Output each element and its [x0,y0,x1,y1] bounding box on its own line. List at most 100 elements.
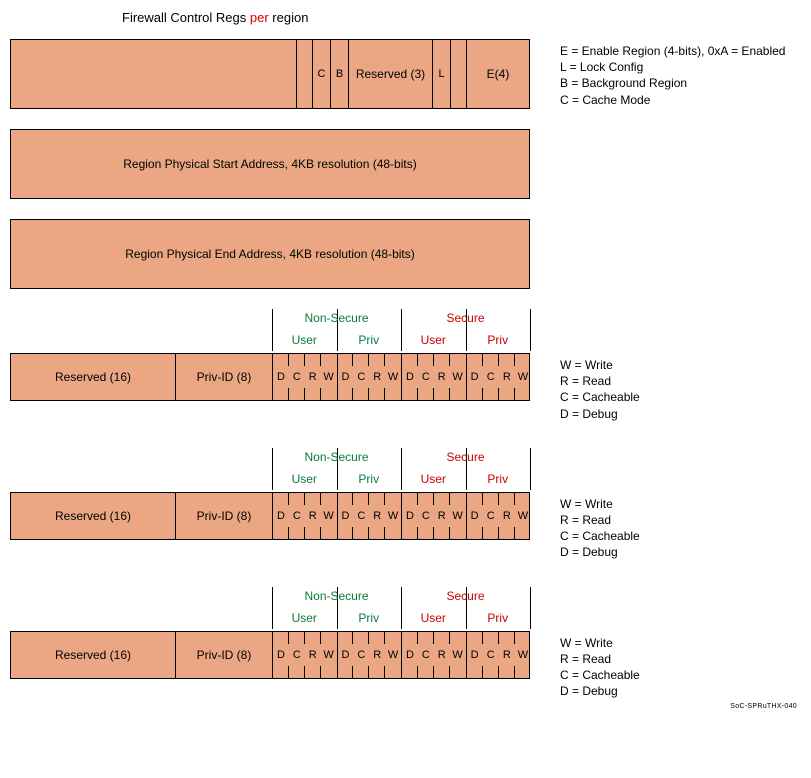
bit-c: C [483,493,499,539]
bit-d: D [338,632,354,678]
bit-w: W [515,354,531,400]
bit-r: R [499,632,515,678]
perm-ns-priv: D C R W [338,632,403,678]
control-empty-bit-1 [281,40,297,108]
perm-s-user: D C R W [402,632,467,678]
bit-d: D [273,493,289,539]
hdr-nonsecure: Non-Secure [272,450,401,464]
perm-privid: Priv-ID (8) [176,632,273,678]
bit-d: D [338,493,354,539]
bit-w: W [450,632,466,678]
bit-w: W [385,632,401,678]
hdr-s-priv: Priv [466,472,531,486]
hdr-ns-priv: Priv [337,333,402,347]
title-suffix: region [269,10,309,25]
control-pad [11,40,281,108]
bit-d: D [467,493,483,539]
end-address-register: Region Physical End Address, 4KB resolut… [10,219,530,289]
bit-r: R [499,354,515,400]
bit-c: C [289,632,305,678]
control-empty-bit-3 [451,40,467,108]
perm-ns-user: D C R W [273,354,338,400]
legend-c: C = Cacheable [560,389,640,405]
bit-c: C [289,493,305,539]
bit-r: R [305,632,321,678]
hdr-ns-priv: Priv [337,611,402,625]
control-reserved: Reserved (3) [349,40,433,108]
hdr-secure: Secure [401,589,530,603]
bit-c: C [418,493,434,539]
bit-w: W [321,632,337,678]
perm-reserved: Reserved (16) [11,632,176,678]
bit-w: W [515,632,531,678]
bit-w: W [321,493,337,539]
legend-l: L = Lock Config [560,59,785,75]
perm-register: Reserved (16) Priv-ID (8) D C R W D C R … [10,353,530,401]
bit-d: D [402,493,418,539]
hdr-s-user: User [401,611,466,625]
bit-d: D [273,354,289,400]
bit-r: R [305,493,321,539]
legend-e: E = Enable Region (4-bits), 0xA = Enable… [560,43,785,59]
control-bit-b: B [331,40,349,108]
perm-reserved: Reserved (16) [11,493,176,539]
hdr-s-user: User [401,472,466,486]
legend-r: R = Read [560,651,640,667]
perm-block-3: Non-Secure Secure User Priv User Priv Re… [10,587,801,700]
bit-w: W [321,354,337,400]
row-end-addr: Region Physical End Address, 4KB resolut… [10,219,801,289]
bit-c: C [483,354,499,400]
perm-header: Non-Secure Secure User Priv User Priv [10,587,530,629]
bit-r: R [434,632,450,678]
bit-w: W [385,354,401,400]
bit-d: D [338,354,354,400]
hdr-ns-user: User [272,472,337,486]
legend-c: C = Cacheable [560,667,640,683]
title-prefix: Firewall Control Regs [122,10,250,25]
bit-c: C [418,632,434,678]
bit-w: W [450,493,466,539]
bit-c: C [418,354,434,400]
row-control-reg: C B Reserved (3) L E(4) E = Enable Regio… [10,39,801,109]
bit-r: R [369,632,385,678]
control-bit-l: L [433,40,451,108]
perm-ns-user: D C R W [273,632,338,678]
legend-b: B = Background Region [560,75,785,91]
title-per: per [250,10,269,25]
bit-c: C [483,632,499,678]
hdr-ns-user: User [272,333,337,347]
legend-w: W = Write [560,635,640,651]
bit-c: C [289,354,305,400]
perm-s-priv: D C R W [467,354,532,400]
control-bit-c: C [313,40,331,108]
bit-r: R [499,493,515,539]
hdr-s-priv: Priv [466,611,531,625]
legend-perm: W = Write R = Read C = Cacheable D = Deb… [560,631,640,700]
legend-c: C = Cacheable [560,528,640,544]
bit-r: R [305,354,321,400]
bit-w: W [515,493,531,539]
perm-s-priv: D C R W [467,632,532,678]
perm-s-user: D C R W [402,354,467,400]
diagram-title: Firewall Control Regs per region [122,10,801,25]
bit-r: R [434,493,450,539]
bit-c: C [353,354,369,400]
bit-d: D [467,354,483,400]
hdr-secure: Secure [401,450,530,464]
bit-r: R [369,493,385,539]
legend-control: E = Enable Region (4-bits), 0xA = Enable… [560,39,785,108]
hdr-nonsecure: Non-Secure [272,311,401,325]
bit-d: D [467,632,483,678]
footer-doc-id: SoC-SPRuTHX-040 [10,703,801,710]
perm-reserved: Reserved (16) [11,354,176,400]
perm-ns-priv: D C R W [338,493,403,539]
bit-d: D [273,632,289,678]
row-start-addr: Region Physical Start Address, 4KB resol… [10,129,801,199]
bit-c: C [353,632,369,678]
bit-c: C [353,493,369,539]
legend-w: W = Write [560,357,640,373]
perm-register: Reserved (16) Priv-ID (8) D C R W D C R … [10,492,530,540]
perm-header: Non-Secure Secure User Priv User Priv [10,309,530,351]
perm-privid: Priv-ID (8) [176,354,273,400]
bit-w: W [450,354,466,400]
